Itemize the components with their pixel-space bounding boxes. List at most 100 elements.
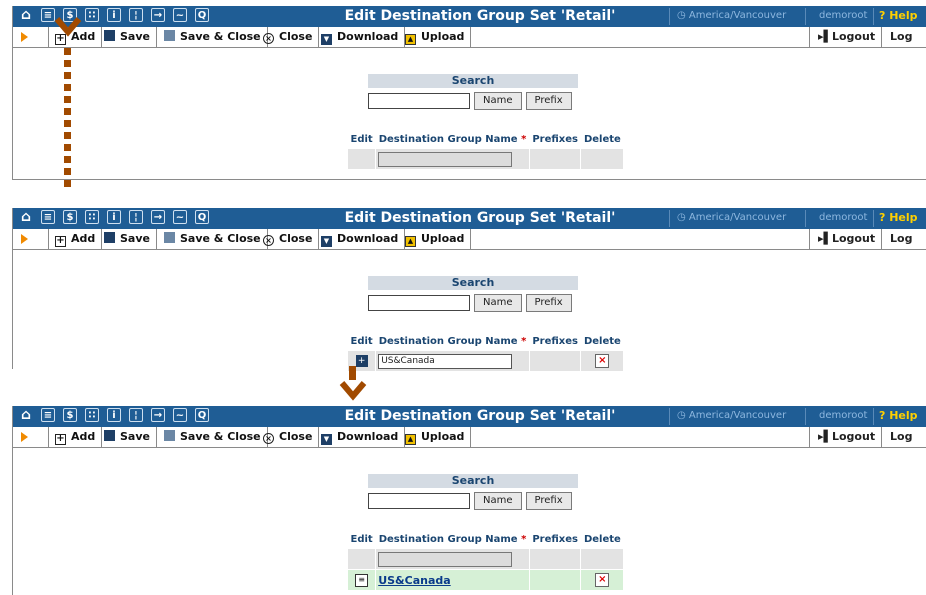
- screen-step-3: ⌂ ≡ $ ∷ i ¦ → ~ Q Edit Destination Group…: [12, 406, 926, 595]
- logout-button[interactable]: ▸▌Logout: [809, 27, 880, 47]
- list-icon[interactable]: ≡: [41, 210, 55, 224]
- user-link[interactable]: demoroot: [819, 10, 867, 21]
- upload-icon: ▲: [405, 34, 416, 45]
- search-name-button[interactable]: Name: [474, 92, 522, 110]
- download-button[interactable]: ▼ Download: [315, 427, 406, 447]
- delete-icon[interactable]: ×: [595, 573, 610, 587]
- search-name-button[interactable]: Name: [474, 492, 522, 510]
- table-row: [346, 148, 625, 170]
- search-icon[interactable]: Q: [195, 408, 209, 422]
- grid-icon[interactable]: ∷: [85, 408, 99, 422]
- logout-button[interactable]: ▸▌Logout: [809, 427, 880, 447]
- upload-button[interactable]: ▲ Upload: [399, 229, 472, 249]
- save-button[interactable]: Save: [98, 27, 157, 47]
- upload-button[interactable]: ▲ Upload: [399, 427, 472, 447]
- person-icon[interactable]: i: [107, 8, 121, 22]
- search-input[interactable]: [368, 93, 470, 109]
- close-button[interactable]: × Close: [257, 427, 320, 447]
- home-icon[interactable]: ⌂: [19, 408, 33, 423]
- screen-step-1: ⌂ ≡ $ ∷ i ¦ → ~ Q Edit Destination Group…: [12, 6, 926, 180]
- save-close-button[interactable]: Save & Close: [158, 27, 268, 47]
- arrow-chevron-icon: [339, 381, 367, 401]
- close-button[interactable]: × Close: [257, 27, 320, 47]
- home-icon[interactable]: ⌂: [19, 210, 33, 225]
- log-button[interactable]: Log: [881, 27, 926, 47]
- search-prefix-button[interactable]: Prefix: [525, 492, 572, 510]
- col-name: Destination Group Name *: [378, 133, 527, 145]
- user-link[interactable]: demoroot: [819, 410, 867, 421]
- group-name-link[interactable]: US&Canada: [378, 574, 451, 587]
- save-row-icon[interactable]: +: [355, 355, 368, 367]
- upload-icon: ▲: [405, 434, 416, 445]
- search-input[interactable]: [368, 295, 470, 311]
- download-button[interactable]: ▼ Download: [315, 229, 406, 249]
- help-link[interactable]: ? Help: [879, 9, 918, 22]
- play-icon: [21, 432, 28, 442]
- save-close-icon: [164, 30, 175, 41]
- table-row: [346, 548, 625, 570]
- save-close-button[interactable]: Save & Close: [158, 229, 268, 249]
- help-link[interactable]: ? Help: [879, 409, 918, 422]
- timezone-link[interactable]: ◷ America/Vancouver: [677, 10, 786, 21]
- download-icon: ▼: [321, 236, 332, 247]
- save-button[interactable]: Save: [98, 427, 157, 447]
- dollar-icon[interactable]: $: [63, 408, 77, 422]
- tree-icon[interactable]: ¦: [129, 8, 143, 22]
- timezone-link[interactable]: ◷ America/Vancouver: [677, 410, 786, 421]
- save-close-button[interactable]: Save & Close: [158, 427, 268, 447]
- grid-icon[interactable]: ∷: [85, 210, 99, 224]
- search-name-button[interactable]: Name: [474, 294, 522, 312]
- name-field: [378, 151, 513, 167]
- col-prefixes: Prefixes: [532, 335, 578, 347]
- screen-step-2: ⌂ ≡ $ ∷ i ¦ → ~ Q Edit Destination Group…: [12, 208, 926, 372]
- help-link[interactable]: ? Help: [879, 211, 918, 224]
- table-row: + US&Canada ×: [346, 350, 625, 372]
- export-icon[interactable]: →: [151, 408, 165, 422]
- timezone-link[interactable]: ◷ America/Vancouver: [677, 212, 786, 223]
- person-icon[interactable]: i: [107, 210, 121, 224]
- chart-icon[interactable]: ~: [173, 8, 187, 22]
- grid-icon[interactable]: ∷: [85, 8, 99, 22]
- col-prefixes: Prefixes: [532, 133, 578, 145]
- name-input[interactable]: US&Canada: [378, 353, 513, 369]
- upload-button[interactable]: ▲ Upload: [399, 27, 472, 47]
- export-icon[interactable]: →: [151, 210, 165, 224]
- search-input[interactable]: [368, 493, 470, 509]
- tree-icon[interactable]: ¦: [129, 408, 143, 422]
- person-icon[interactable]: i: [107, 408, 121, 422]
- col-edit: Edit: [350, 133, 373, 145]
- search-prefix-button[interactable]: Prefix: [525, 92, 572, 110]
- upload-icon: ▲: [405, 236, 416, 247]
- search-prefix-button[interactable]: Prefix: [525, 294, 572, 312]
- search-icon[interactable]: Q: [195, 8, 209, 22]
- toolbar: + Add Save Save & Close × Close ▼ Download …: [13, 27, 926, 48]
- close-button[interactable]: × Close: [257, 229, 320, 249]
- dollar-icon[interactable]: $: [63, 210, 77, 224]
- chart-icon[interactable]: ~: [173, 210, 187, 224]
- list-icon[interactable]: ≡: [41, 8, 55, 22]
- close-icon: ×: [263, 433, 274, 444]
- search-icon[interactable]: Q: [195, 210, 209, 224]
- home-icon[interactable]: ⌂: [19, 8, 33, 23]
- save-icon: [104, 232, 115, 243]
- toolbar: + Add Save Save & Close × Close ▼ Download …: [13, 229, 926, 250]
- delete-icon[interactable]: ×: [595, 354, 610, 368]
- tree-icon[interactable]: ¦: [129, 210, 143, 224]
- play-icon: [21, 234, 28, 244]
- logout-button[interactable]: ▸▌Logout: [809, 229, 880, 249]
- add-button[interactable]: + Add: [48, 427, 103, 447]
- download-button[interactable]: ▼ Download: [315, 27, 406, 47]
- user-link[interactable]: demoroot: [819, 212, 867, 223]
- log-button[interactable]: Log: [881, 229, 926, 249]
- save-button[interactable]: Save: [98, 229, 157, 249]
- col-edit: Edit: [350, 335, 373, 347]
- export-icon[interactable]: →: [151, 8, 165, 22]
- search-box: Search Name Prefix: [368, 74, 578, 110]
- chart-icon[interactable]: ~: [173, 408, 187, 422]
- log-button[interactable]: Log: [881, 427, 926, 447]
- add-button[interactable]: + Add: [48, 229, 103, 249]
- top-bar: ⌂ ≡ $ ∷ i ¦ → ~ Q Edit Destination Group…: [13, 406, 926, 427]
- destination-groups-table: Edit Destination Group Name * Prefixes D…: [346, 530, 625, 591]
- list-icon[interactable]: ≡: [41, 408, 55, 422]
- edit-list-icon[interactable]: ≡: [355, 573, 369, 587]
